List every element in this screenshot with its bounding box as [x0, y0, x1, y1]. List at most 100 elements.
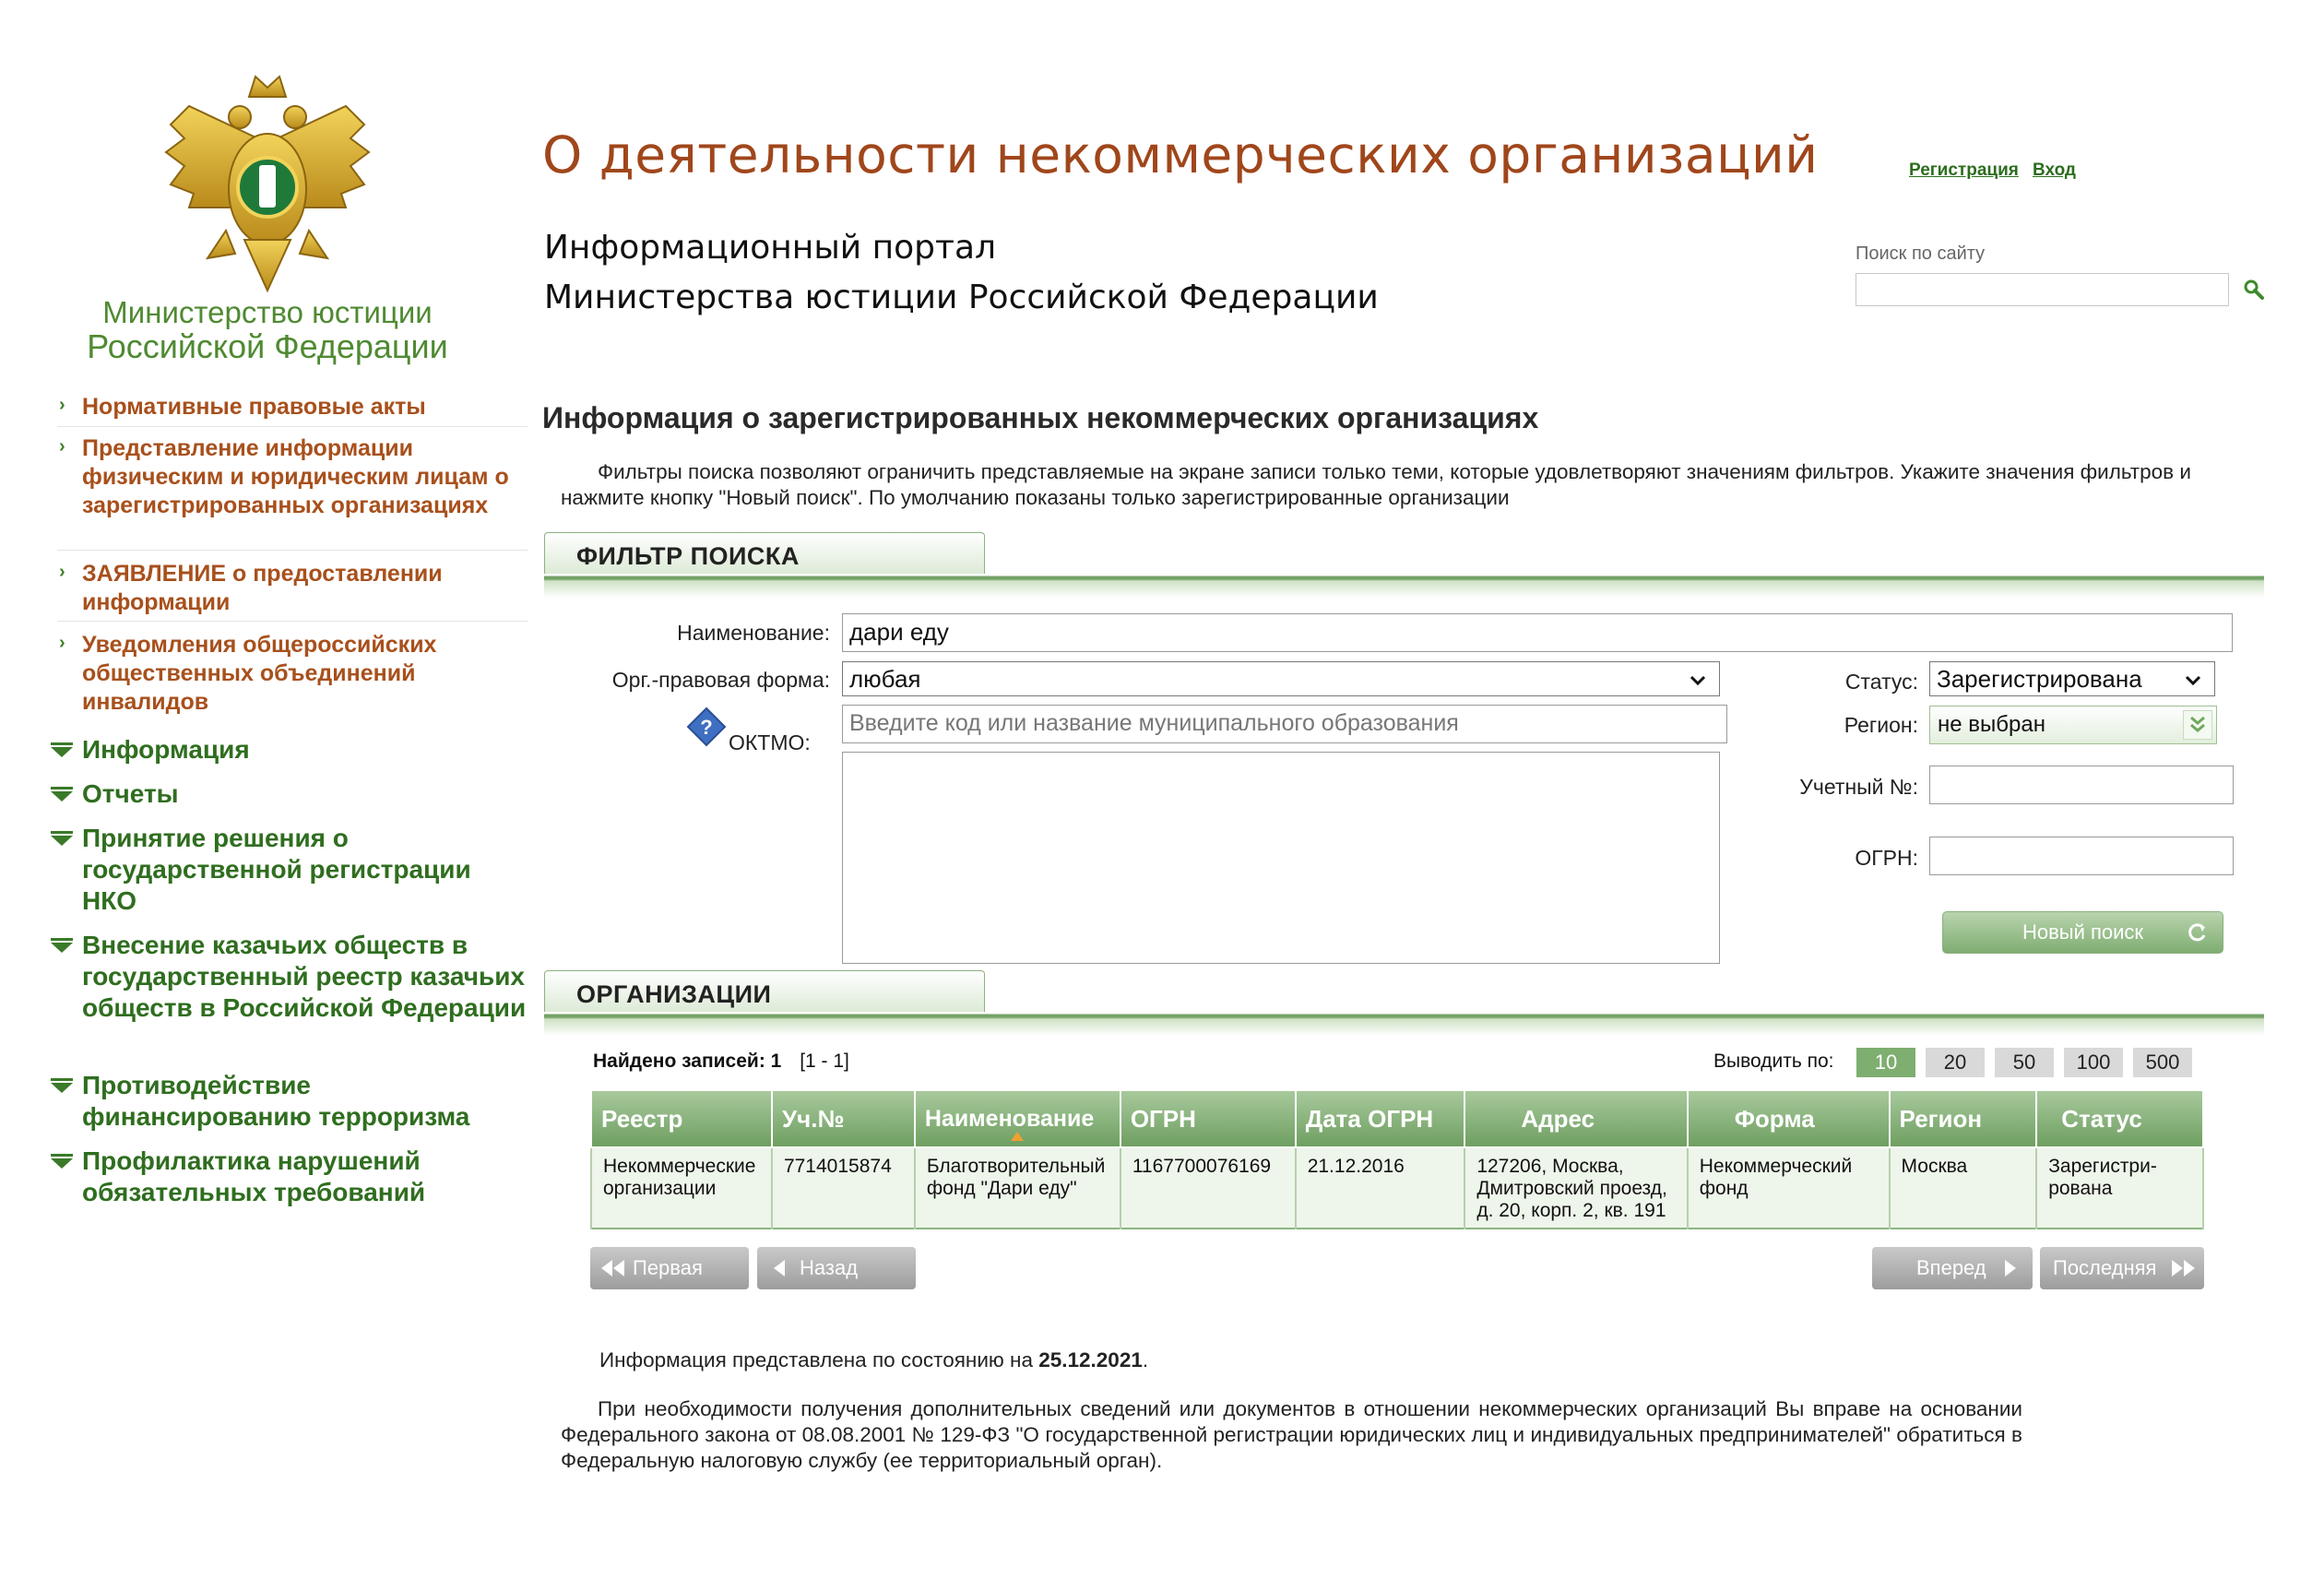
org-form-value: любая — [849, 665, 921, 693]
sidebar-item-label: Информация — [82, 735, 250, 764]
refresh-icon — [2188, 923, 2206, 942]
register-link[interactable]: Регистрация — [1909, 160, 2019, 181]
reg-num-input[interactable] — [1929, 766, 2234, 804]
sidebar-item-label: Представление информации физическим и юр… — [82, 435, 509, 518]
next-page-label: Вперед — [1916, 1256, 1986, 1279]
ogrn-label: ОГРН: — [1855, 846, 1918, 870]
sidebar-item-counter-terrorism[interactable]: Противодействие финансированию терроризм… — [51, 1070, 530, 1146]
cell-name[interactable]: Благотворительный фонд "Дари еду" — [913, 1147, 1121, 1229]
triangle-down-icon — [51, 938, 73, 953]
triangle-down-icon — [51, 1154, 73, 1169]
oktmo-results-list[interactable] — [842, 752, 1720, 964]
sort-ascending-icon — [1011, 1132, 1025, 1141]
sidebar-item-notifications[interactable]: › Уведомления общероссийских общественны… — [57, 622, 528, 719]
records-range: [1 - 1] — [800, 1051, 849, 1072]
sidebar-item-cossack-registry[interactable]: Внесение казачьих обществ в государствен… — [51, 930, 530, 1070]
additional-info-note: При необходимости получения дополнительн… — [561, 1397, 2022, 1472]
sidebar-item-label: Отчеты — [82, 779, 179, 808]
chevron-right-icon: › — [59, 436, 65, 457]
help-icon[interactable]: ? — [686, 706, 727, 747]
sidebar-item-label: Внесение казачьих обществ в государствен… — [82, 931, 527, 1022]
sidebar-item-nko-registration[interactable]: Принятие решения о государственной регис… — [51, 823, 530, 930]
table-row[interactable]: Некоммерческие организации 7714015874 Бл… — [590, 1147, 2204, 1229]
column-header-ogrn[interactable]: ОГРН — [1119, 1089, 1297, 1148]
per-page-option[interactable]: 50 — [1995, 1048, 2054, 1077]
tab-label: ОРГАНИЗАЦИИ — [576, 980, 772, 1008]
sidebar-section-menu: Информация Отчеты Принятие решения о гос… — [51, 734, 530, 1221]
sidebar-primary-menu: › Нормативные правовые акты › Представле… — [57, 393, 528, 719]
cell-form: Некоммерческий фонд — [1686, 1147, 1891, 1229]
divider — [544, 1012, 2264, 1036]
prev-page-label: Назад — [800, 1256, 859, 1279]
sidebar-item-prevention[interactable]: Профилактика нарушений обязательных треб… — [51, 1146, 530, 1221]
site-search-label: Поиск по сайту — [1856, 243, 1986, 264]
double-chevron-right-icon — [2172, 1260, 2195, 1276]
cell-address: 127206, Москва, Дмитровский проезд, д. 2… — [1464, 1147, 1689, 1229]
tab-organizations[interactable]: ОРГАНИЗАЦИИ — [544, 970, 985, 1016]
status-select[interactable]: Зарегистрирована — [1929, 661, 2215, 696]
sidebar-item-normative-acts[interactable]: › Нормативные правовые акты — [57, 393, 528, 427]
sidebar-item-info-provision[interactable]: › Представление информации физическим и … — [57, 427, 528, 551]
status-value: Зарегистрирована — [1937, 665, 2142, 693]
tab-label: ФИЛЬТР ПОИСКА — [576, 542, 800, 570]
ogrn-input[interactable] — [1929, 837, 2234, 875]
per-page-option[interactable]: 100 — [2064, 1048, 2123, 1077]
sidebar-item-label: ЗАЯВЛЕНИЕ о предоставлении информации — [82, 561, 443, 615]
double-chevron-down-icon[interactable] — [2183, 710, 2212, 740]
triangle-down-icon — [51, 1078, 73, 1093]
per-page-option[interactable]: 500 — [2133, 1048, 2192, 1077]
data-state-suffix: . — [1142, 1348, 1149, 1371]
last-page-button[interactable]: Последняя — [2040, 1247, 2204, 1289]
per-page-option[interactable]: 20 — [1926, 1048, 1985, 1077]
triangle-down-icon — [51, 787, 73, 801]
ministry-name[interactable]: Министерство юстиции Российской Федераци… — [37, 295, 498, 363]
sidebar-item-reports[interactable]: Отчеты — [51, 778, 530, 823]
column-header-name-label: Наименование — [924, 1105, 1095, 1132]
column-header-form[interactable]: Форма — [1686, 1089, 1891, 1148]
new-search-label: Новый поиск — [2022, 920, 2144, 944]
search-icon[interactable] — [2243, 279, 2265, 301]
records-found-count: 1 — [770, 1051, 782, 1072]
column-header-address[interactable]: Адрес — [1464, 1089, 1689, 1148]
new-search-button[interactable]: Новый поиск — [1942, 911, 2223, 954]
column-header-name[interactable]: Наименование — [913, 1089, 1121, 1148]
name-input[interactable]: дари еду — [842, 613, 2233, 652]
column-header-region[interactable]: Регион — [1888, 1089, 2038, 1148]
per-page-label: Выводить по: — [1713, 1051, 1834, 1072]
chevron-right-icon: › — [59, 395, 65, 415]
column-header-status[interactable]: Статус — [2035, 1089, 2204, 1148]
ministry-emblem-icon[interactable] — [152, 69, 383, 309]
column-header-registry[interactable]: Реестр — [590, 1089, 773, 1148]
per-page-option[interactable]: 10 — [1856, 1048, 1915, 1077]
svg-text:?: ? — [700, 716, 712, 739]
column-header-reg-num[interactable]: Уч.№ — [770, 1089, 916, 1148]
oktmo-input[interactable]: Введите код или название муниципального … — [842, 705, 1727, 743]
cell-region: Москва — [1888, 1147, 2038, 1229]
org-form-label: Орг.-правовая форма: — [611, 668, 830, 692]
sidebar-item-label: Принятие решения о государственной регис… — [82, 824, 471, 915]
sidebar-item-label: Уведомления общероссийских общественных … — [82, 632, 437, 715]
site-search-input[interactable] — [1856, 273, 2229, 306]
tab-search-filter[interactable]: ФИЛЬТР ПОИСКА — [544, 532, 985, 578]
next-page-button[interactable]: Вперед — [1872, 1247, 2033, 1289]
reg-num-label: Учетный №: — [1799, 775, 1918, 799]
site-title: О деятельности некоммерческих организаци… — [542, 125, 1819, 184]
region-label: Регион: — [1844, 713, 1918, 737]
oktmo-label: ОКТМО: — [729, 730, 811, 754]
chevron-down-icon — [1690, 675, 1706, 686]
data-state-prefix: Информация представлена по состоянию на — [599, 1348, 1033, 1371]
sidebar-item-application[interactable]: › ЗАЯВЛЕНИЕ о предоставлении информации — [57, 551, 528, 622]
ministry-name-line1: Министерство юстиции — [102, 295, 433, 329]
org-form-select[interactable]: любая — [842, 661, 1720, 696]
prev-page-button[interactable]: Назад — [757, 1247, 916, 1289]
region-select[interactable]: не выбран — [1929, 706, 2217, 744]
column-header-ogrn-date[interactable]: Дата ОГРН — [1294, 1089, 1466, 1148]
first-page-button[interactable]: Первая — [590, 1247, 749, 1289]
login-link[interactable]: Вход — [2033, 160, 2076, 181]
triangle-down-icon — [51, 831, 73, 846]
data-state-note: Информация представлена по состоянию на … — [599, 1348, 1148, 1372]
cell-reg-num: 7714015874 — [770, 1147, 916, 1229]
portal-subtitle-line1: Информационный портал — [544, 229, 997, 267]
sidebar-item-information[interactable]: Информация — [51, 734, 530, 778]
cell-status: Зарегистри-рована — [2035, 1147, 2204, 1229]
